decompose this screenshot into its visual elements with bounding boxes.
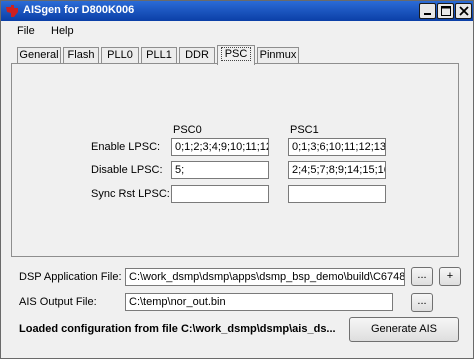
tab-label: PSC — [220, 47, 252, 61]
maximize-icon — [441, 6, 451, 16]
generate-ais-button[interactable]: Generate AIS — [349, 317, 459, 342]
tab-pinmux[interactable]: Pinmux — [257, 47, 299, 64]
tab-psc[interactable]: PSC — [217, 45, 255, 65]
dsp-app-add-button[interactable]: + — [439, 267, 461, 286]
close-button[interactable] — [455, 3, 472, 19]
status-text: Loaded configuration from file C:\work_d… — [19, 323, 336, 335]
psc1-disable-lpsc-input[interactable]: 2;4;5;7;8;9;14;15;16; — [288, 161, 386, 179]
tab-ddr[interactable]: DDR — [179, 47, 215, 64]
tab-label: DDR — [185, 49, 209, 61]
tab-label: PLL1 — [146, 49, 172, 61]
title-bar[interactable]: AISgen for D800K006 — [1, 1, 473, 21]
tab-flash[interactable]: Flash — [63, 47, 99, 64]
minimize-button[interactable] — [419, 3, 436, 19]
ais-output-file-label: AIS Output File: — [19, 296, 97, 308]
sync-rst-lpsc-label: Sync Rst LPSC: — [91, 188, 170, 200]
tab-label: PLL0 — [107, 49, 133, 61]
psc1-header: PSC1 — [290, 124, 319, 136]
minimize-icon — [424, 13, 431, 15]
ais-output-browse-button[interactable]: ... — [411, 293, 433, 312]
enable-lpsc-label: Enable LPSC: — [91, 141, 161, 153]
psc-tab-panel — [11, 63, 459, 257]
menu-bar: File Help — [1, 21, 473, 41]
dsp-app-browse-button[interactable]: ... — [411, 267, 433, 286]
ti-logo-icon — [6, 5, 18, 17]
menu-file[interactable]: File — [15, 25, 37, 37]
psc1-sync-rst-lpsc-input[interactable] — [288, 185, 386, 203]
tab-label: Pinmux — [259, 49, 297, 61]
psc0-header: PSC0 — [173, 124, 202, 136]
tab-general[interactable]: General — [17, 47, 61, 64]
disable-lpsc-label: Disable LPSC: — [91, 164, 163, 176]
tab-label: Flash — [67, 49, 95, 61]
psc0-enable-lpsc-input[interactable]: 0;1;2;3;4;9;10;11;12; — [171, 138, 269, 156]
psc1-enable-lpsc-input[interactable]: 0;1;3;6;10;11;12;13;1 — [288, 138, 386, 156]
psc0-disable-lpsc-input[interactable]: 5; — [171, 161, 269, 179]
ais-output-file-input[interactable]: C:\temp\nor_out.bin — [125, 293, 393, 311]
psc0-sync-rst-lpsc-input[interactable] — [171, 185, 269, 203]
window-title: AISgen for D800K006 — [23, 4, 135, 16]
dsp-app-file-label: DSP Application File: — [19, 271, 122, 283]
menu-help[interactable]: Help — [49, 25, 76, 37]
tab-pll0[interactable]: PLL0 — [101, 47, 139, 64]
maximize-button[interactable] — [437, 3, 454, 19]
dsp-app-file-input[interactable]: C:\work_dsmp\dsmp\apps\dsmp_bsp_demo\bui… — [125, 268, 405, 286]
main-window: AISgen for D800K006 File Help General Fl… — [0, 0, 474, 359]
close-icon — [459, 6, 469, 16]
tab-pll1[interactable]: PLL1 — [141, 47, 177, 64]
tab-label: General — [19, 49, 59, 61]
